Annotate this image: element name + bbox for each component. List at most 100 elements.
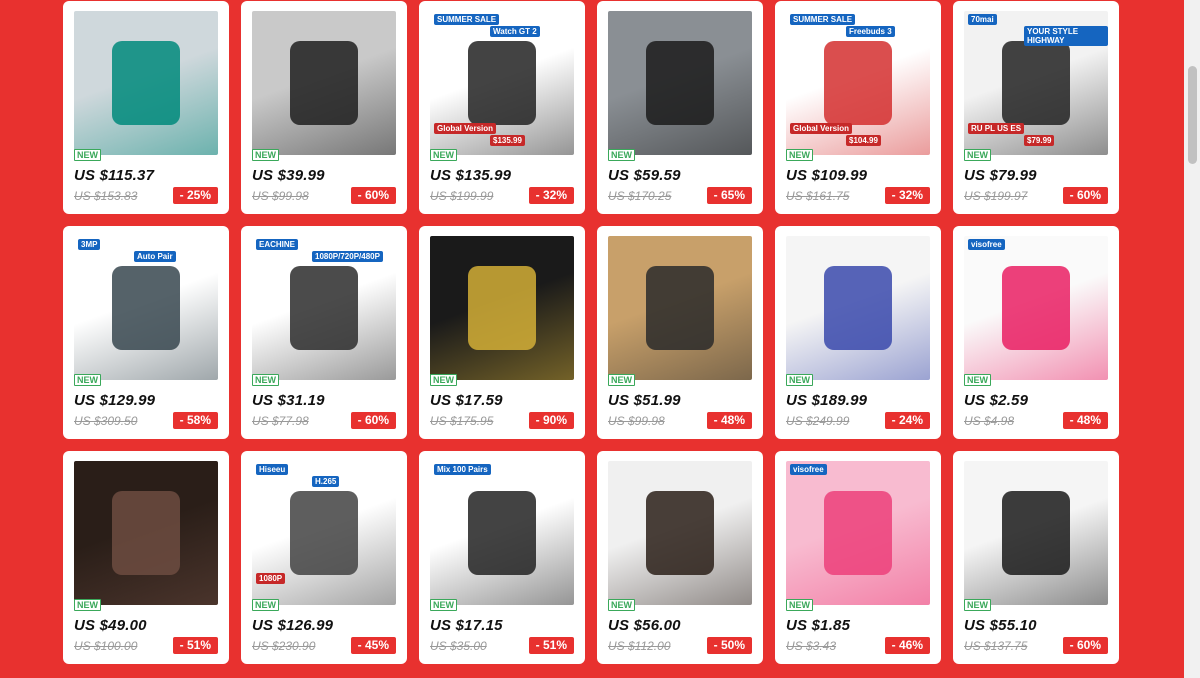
curly-wig-image	[74, 461, 218, 605]
original-price: US $35.00	[430, 639, 487, 653]
car-interior-image	[608, 11, 752, 155]
product-card-smartphone-blue[interactable]: NEW US $189.99 US $249.99 - 24%	[775, 226, 941, 439]
product-card-security-camera-kit[interactable]: 3MP Auto Pair NEW US $129.99 US $309.50 -…	[63, 226, 229, 439]
product-card-gold-watch[interactable]: NEW US $17.59 US $175.95 - 90%	[419, 226, 585, 439]
image-overlay-text: $79.99	[1024, 135, 1055, 146]
discount-badge: - 60%	[1062, 637, 1108, 654]
lash-box-image: Mix 100 Pairs	[430, 461, 574, 605]
product-card-drone[interactable]: EACHINE 1080P/720P/480P NEW US $31.19 US …	[241, 226, 407, 439]
new-badge: NEW	[608, 374, 635, 386]
handheld-vacuum-shape	[290, 41, 358, 125]
product-image[interactable]	[608, 236, 752, 380]
product-price: US $129.99	[74, 392, 156, 409]
discount-badge: - 48%	[1062, 412, 1108, 429]
page-scrollbar[interactable]	[1184, 0, 1200, 678]
product-image[interactable]: SUMMER SALE Freebuds 3 Global Version $104.…	[786, 11, 930, 155]
product-image[interactable]	[430, 236, 574, 380]
product-card-camera-system[interactable]: Hiseeu H.265 1080P NEW US $126.99 US $230.…	[241, 451, 407, 664]
gold-watch-image	[430, 236, 574, 380]
drone-shape	[290, 266, 358, 350]
hair-bundles-image	[964, 461, 1108, 605]
product-image[interactable]	[964, 461, 1108, 605]
product-image[interactable]: 70mai YOUR STYLE HIGHWAY RU PL US ES $79.99	[964, 11, 1108, 155]
new-badge: NEW	[786, 374, 813, 386]
product-card-curly-wig[interactable]: NEW US $49.00 US $100.00 - 51%	[63, 451, 229, 664]
eyelashes-image: visofree	[964, 236, 1108, 380]
discount-badge: - 51%	[528, 637, 574, 654]
new-badge: NEW	[430, 149, 457, 161]
original-price: US $137.75	[964, 639, 1028, 653]
image-overlay-text: Hiseeu	[256, 464, 289, 475]
product-card-lash-packs[interactable]: visofree NEW US $1.85 US $3.43 - 46%	[775, 451, 941, 664]
product-image[interactable]: Hiseeu H.265 1080P	[252, 461, 396, 605]
product-image[interactable]	[252, 11, 396, 155]
product-price: US $189.99	[786, 392, 868, 409]
original-price: US $175.95	[430, 414, 494, 428]
new-badge: NEW	[786, 149, 813, 161]
product-card-earbuds-red[interactable]: SUMMER SALE Freebuds 3 Global Version $104.…	[775, 1, 941, 214]
product-image[interactable]	[74, 11, 218, 155]
product-image[interactable]: visofree	[786, 461, 930, 605]
product-image[interactable]: EACHINE 1080P/720P/480P	[252, 236, 396, 380]
product-image[interactable]: 3MP Auto Pair	[74, 236, 218, 380]
image-overlay-text: $135.99	[490, 135, 525, 146]
lash-packs-shape	[824, 491, 892, 575]
product-image[interactable]	[608, 461, 752, 605]
image-overlay-text: 3MP	[78, 239, 101, 250]
product-price: US $49.00	[74, 617, 147, 634]
handheld-vacuum-image	[252, 11, 396, 155]
discount-badge: - 90%	[528, 412, 574, 429]
product-card-jump-starter[interactable]: 70mai YOUR STYLE HIGHWAY RU PL US ES $79.99…	[953, 1, 1119, 214]
product-card-smartwatch[interactable]: SUMMER SALE Watch GT 2 Global Version $135.…	[419, 1, 585, 214]
original-price: US $249.99	[786, 414, 850, 428]
image-overlay-text: Freebuds 3	[846, 26, 895, 37]
original-price: US $3.43	[786, 639, 837, 653]
jump-starter-shape	[1002, 41, 1070, 125]
image-overlay-text: Global Version	[790, 123, 853, 134]
image-overlay-text: SUMMER SALE	[790, 14, 856, 25]
curly-wig-shape	[112, 491, 180, 575]
original-price: US $4.98	[964, 414, 1015, 428]
smartphone-teal-image	[74, 11, 218, 155]
discount-badge: - 60%	[1062, 187, 1108, 204]
smartwatch-image: SUMMER SALE Watch GT 2 Global Version $135.…	[430, 11, 574, 155]
product-image[interactable]: visofree	[964, 236, 1108, 380]
product-price: US $109.99	[786, 167, 868, 184]
discount-badge: - 46%	[884, 637, 930, 654]
car-interior-shape	[646, 41, 714, 125]
new-badge: NEW	[608, 599, 635, 611]
original-price: US $170.25	[608, 189, 672, 203]
product-price: US $2.59	[964, 392, 1029, 409]
product-image[interactable]: SUMMER SALE Watch GT 2 Global Version $135.…	[430, 11, 574, 155]
image-overlay-text: Global Version	[434, 123, 497, 134]
product-card-lash-box[interactable]: Mix 100 Pairs NEW US $17.15 US $35.00 - …	[419, 451, 585, 664]
product-card-smartphone-teal[interactable]: NEW US $115.37 US $153.83 - 25%	[63, 1, 229, 214]
smartphone-blue-shape	[824, 266, 892, 350]
product-card-short-curly-wig[interactable]: NEW US $56.00 US $112.00 - 50%	[597, 451, 763, 664]
discount-badge: - 25%	[172, 187, 218, 204]
product-card-handheld-vacuum[interactable]: NEW US $39.99 US $99.98 - 60%	[241, 1, 407, 214]
product-card-dash-cam[interactable]: NEW US $51.99 US $99.98 - 48%	[597, 226, 763, 439]
product-image[interactable]: Mix 100 Pairs	[430, 461, 574, 605]
discount-badge: - 24%	[884, 412, 930, 429]
discount-badge: - 48%	[706, 412, 752, 429]
product-price: US $126.99	[252, 617, 334, 634]
product-card-eyelashes[interactable]: visofree NEW US $2.59 US $4.98 - 48%	[953, 226, 1119, 439]
product-image[interactable]	[74, 461, 218, 605]
product-price: US $1.85	[786, 617, 851, 634]
product-card-hair-bundles[interactable]: NEW US $55.10 US $137.75 - 60%	[953, 451, 1119, 664]
image-overlay-text: SUMMER SALE	[434, 14, 500, 25]
new-badge: NEW	[74, 599, 101, 611]
product-price: US $31.19	[252, 392, 325, 409]
product-price: US $79.99	[964, 167, 1037, 184]
product-card-car-interior[interactable]: NEW US $59.59 US $170.25 - 65%	[597, 1, 763, 214]
image-overlay-text: EACHINE	[256, 239, 299, 250]
product-price: US $55.10	[964, 617, 1037, 634]
product-image[interactable]	[608, 11, 752, 155]
new-badge: NEW	[608, 149, 635, 161]
image-overlay-text: 1080P/720P/480P	[312, 251, 383, 262]
product-image[interactable]	[786, 236, 930, 380]
image-overlay-text: $104.99	[846, 135, 881, 146]
scrollbar-thumb[interactable]	[1188, 66, 1197, 164]
product-grid: NEW US $115.37 US $153.83 - 25% NEW US $…	[63, 1, 1119, 664]
